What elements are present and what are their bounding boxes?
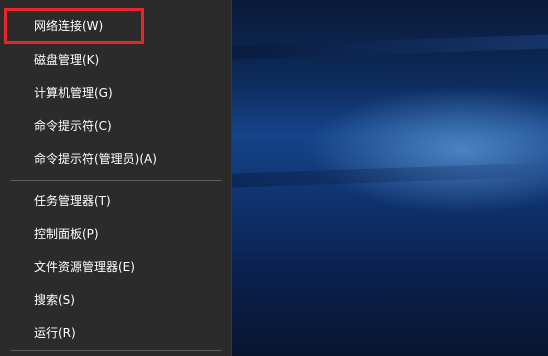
winx-context-menu: 网络连接(W) 磁盘管理(K) 计算机管理(G) 命令提示符(C) 命令提示符(… — [0, 0, 232, 356]
wallpaper-light-beam — [232, 33, 548, 61]
menu-item-command-prompt-admin[interactable]: 命令提示符(管理员)(A) — [0, 144, 231, 174]
menu-item-task-manager[interactable]: 任务管理器(T) — [0, 186, 231, 216]
menu-item-command-prompt[interactable]: 命令提示符(C) — [0, 111, 231, 141]
menu-divider — [10, 180, 222, 181]
wallpaper-light-beam — [232, 161, 548, 189]
menu-divider — [10, 350, 222, 351]
highlight-annotation-box — [4, 8, 144, 44]
desktop-wallpaper — [232, 0, 548, 356]
menu-item-file-explorer[interactable]: 文件资源管理器(E) — [0, 252, 231, 282]
menu-item-disk-management[interactable]: 磁盘管理(K) — [0, 45, 231, 75]
menu-item-run[interactable]: 运行(R) — [0, 318, 231, 348]
menu-item-computer-management[interactable]: 计算机管理(G) — [0, 78, 231, 108]
menu-item-control-panel[interactable]: 控制面板(P) — [0, 219, 231, 249]
screen: 网络连接(W) 磁盘管理(K) 计算机管理(G) 命令提示符(C) 命令提示符(… — [0, 0, 548, 356]
menu-item-search[interactable]: 搜索(S) — [0, 285, 231, 315]
